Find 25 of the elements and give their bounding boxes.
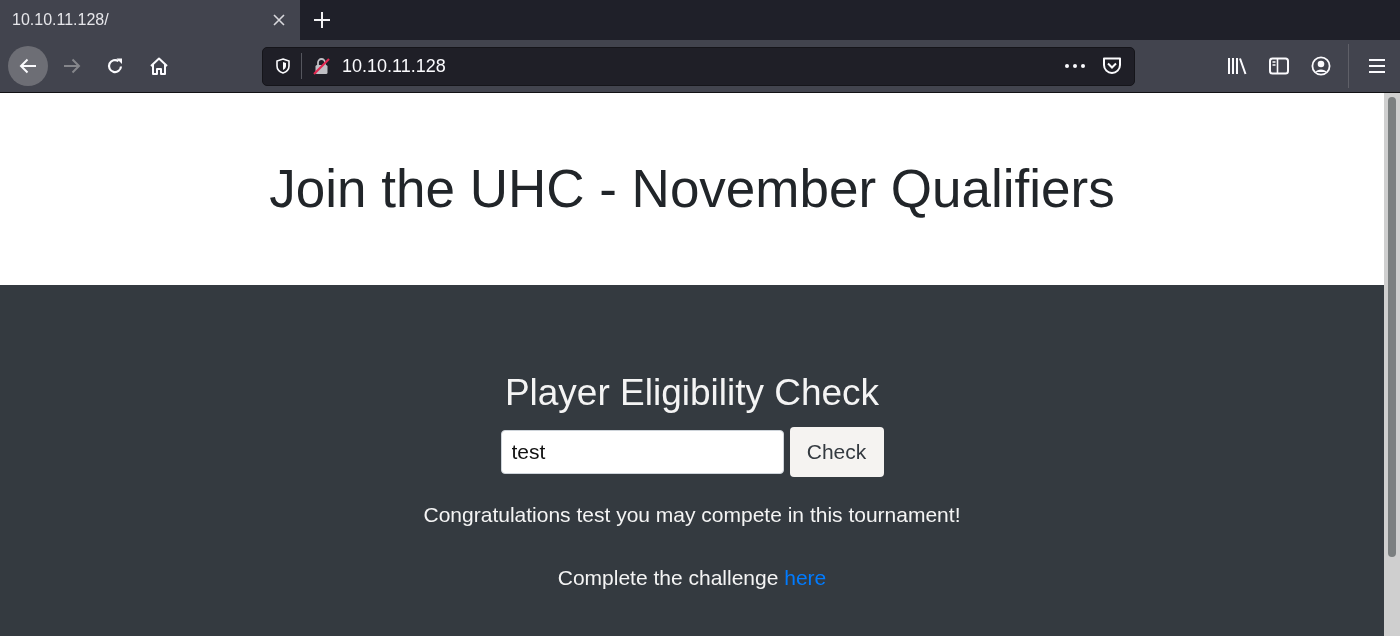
more-icon[interactable] [1065, 64, 1085, 68]
sidebar-icon[interactable] [1269, 57, 1289, 75]
reload-icon[interactable] [106, 57, 124, 75]
books-icon[interactable] [1227, 57, 1247, 75]
check-button[interactable]: Check [789, 427, 884, 478]
left-arrow-icon [19, 58, 37, 74]
back-button[interactable] [8, 46, 48, 86]
result-message: Congratulations test you may compete in this tournament! [423, 503, 961, 528]
shield-icon[interactable] [276, 58, 290, 74]
menu-icon[interactable] [1368, 58, 1386, 74]
form-heading: Player Eligibility Check [504, 371, 880, 415]
player-name-input[interactable]: test [500, 430, 784, 475]
close-icon[interactable] [273, 14, 285, 26]
scrollbar-thumb[interactable] [1388, 97, 1396, 557]
page-title: Join the UHC - November Qualifiers [269, 158, 1115, 221]
scrollbar[interactable] [1384, 93, 1400, 636]
account-icon[interactable] [1311, 56, 1331, 76]
home-icon[interactable] [149, 57, 169, 75]
chevron-shield-icon[interactable] [1102, 57, 1122, 75]
address-bar[interactable]: 10.10.11.128 [262, 46, 1135, 86]
challenge-text: Complete the challenge here [557, 566, 827, 591]
lock-slashed-icon[interactable] [312, 57, 330, 75]
browser-tab[interactable]: 10.10.11.128/ [0, 0, 300, 40]
plus-icon[interactable] [314, 12, 330, 28]
right-arrow-icon [63, 58, 81, 74]
